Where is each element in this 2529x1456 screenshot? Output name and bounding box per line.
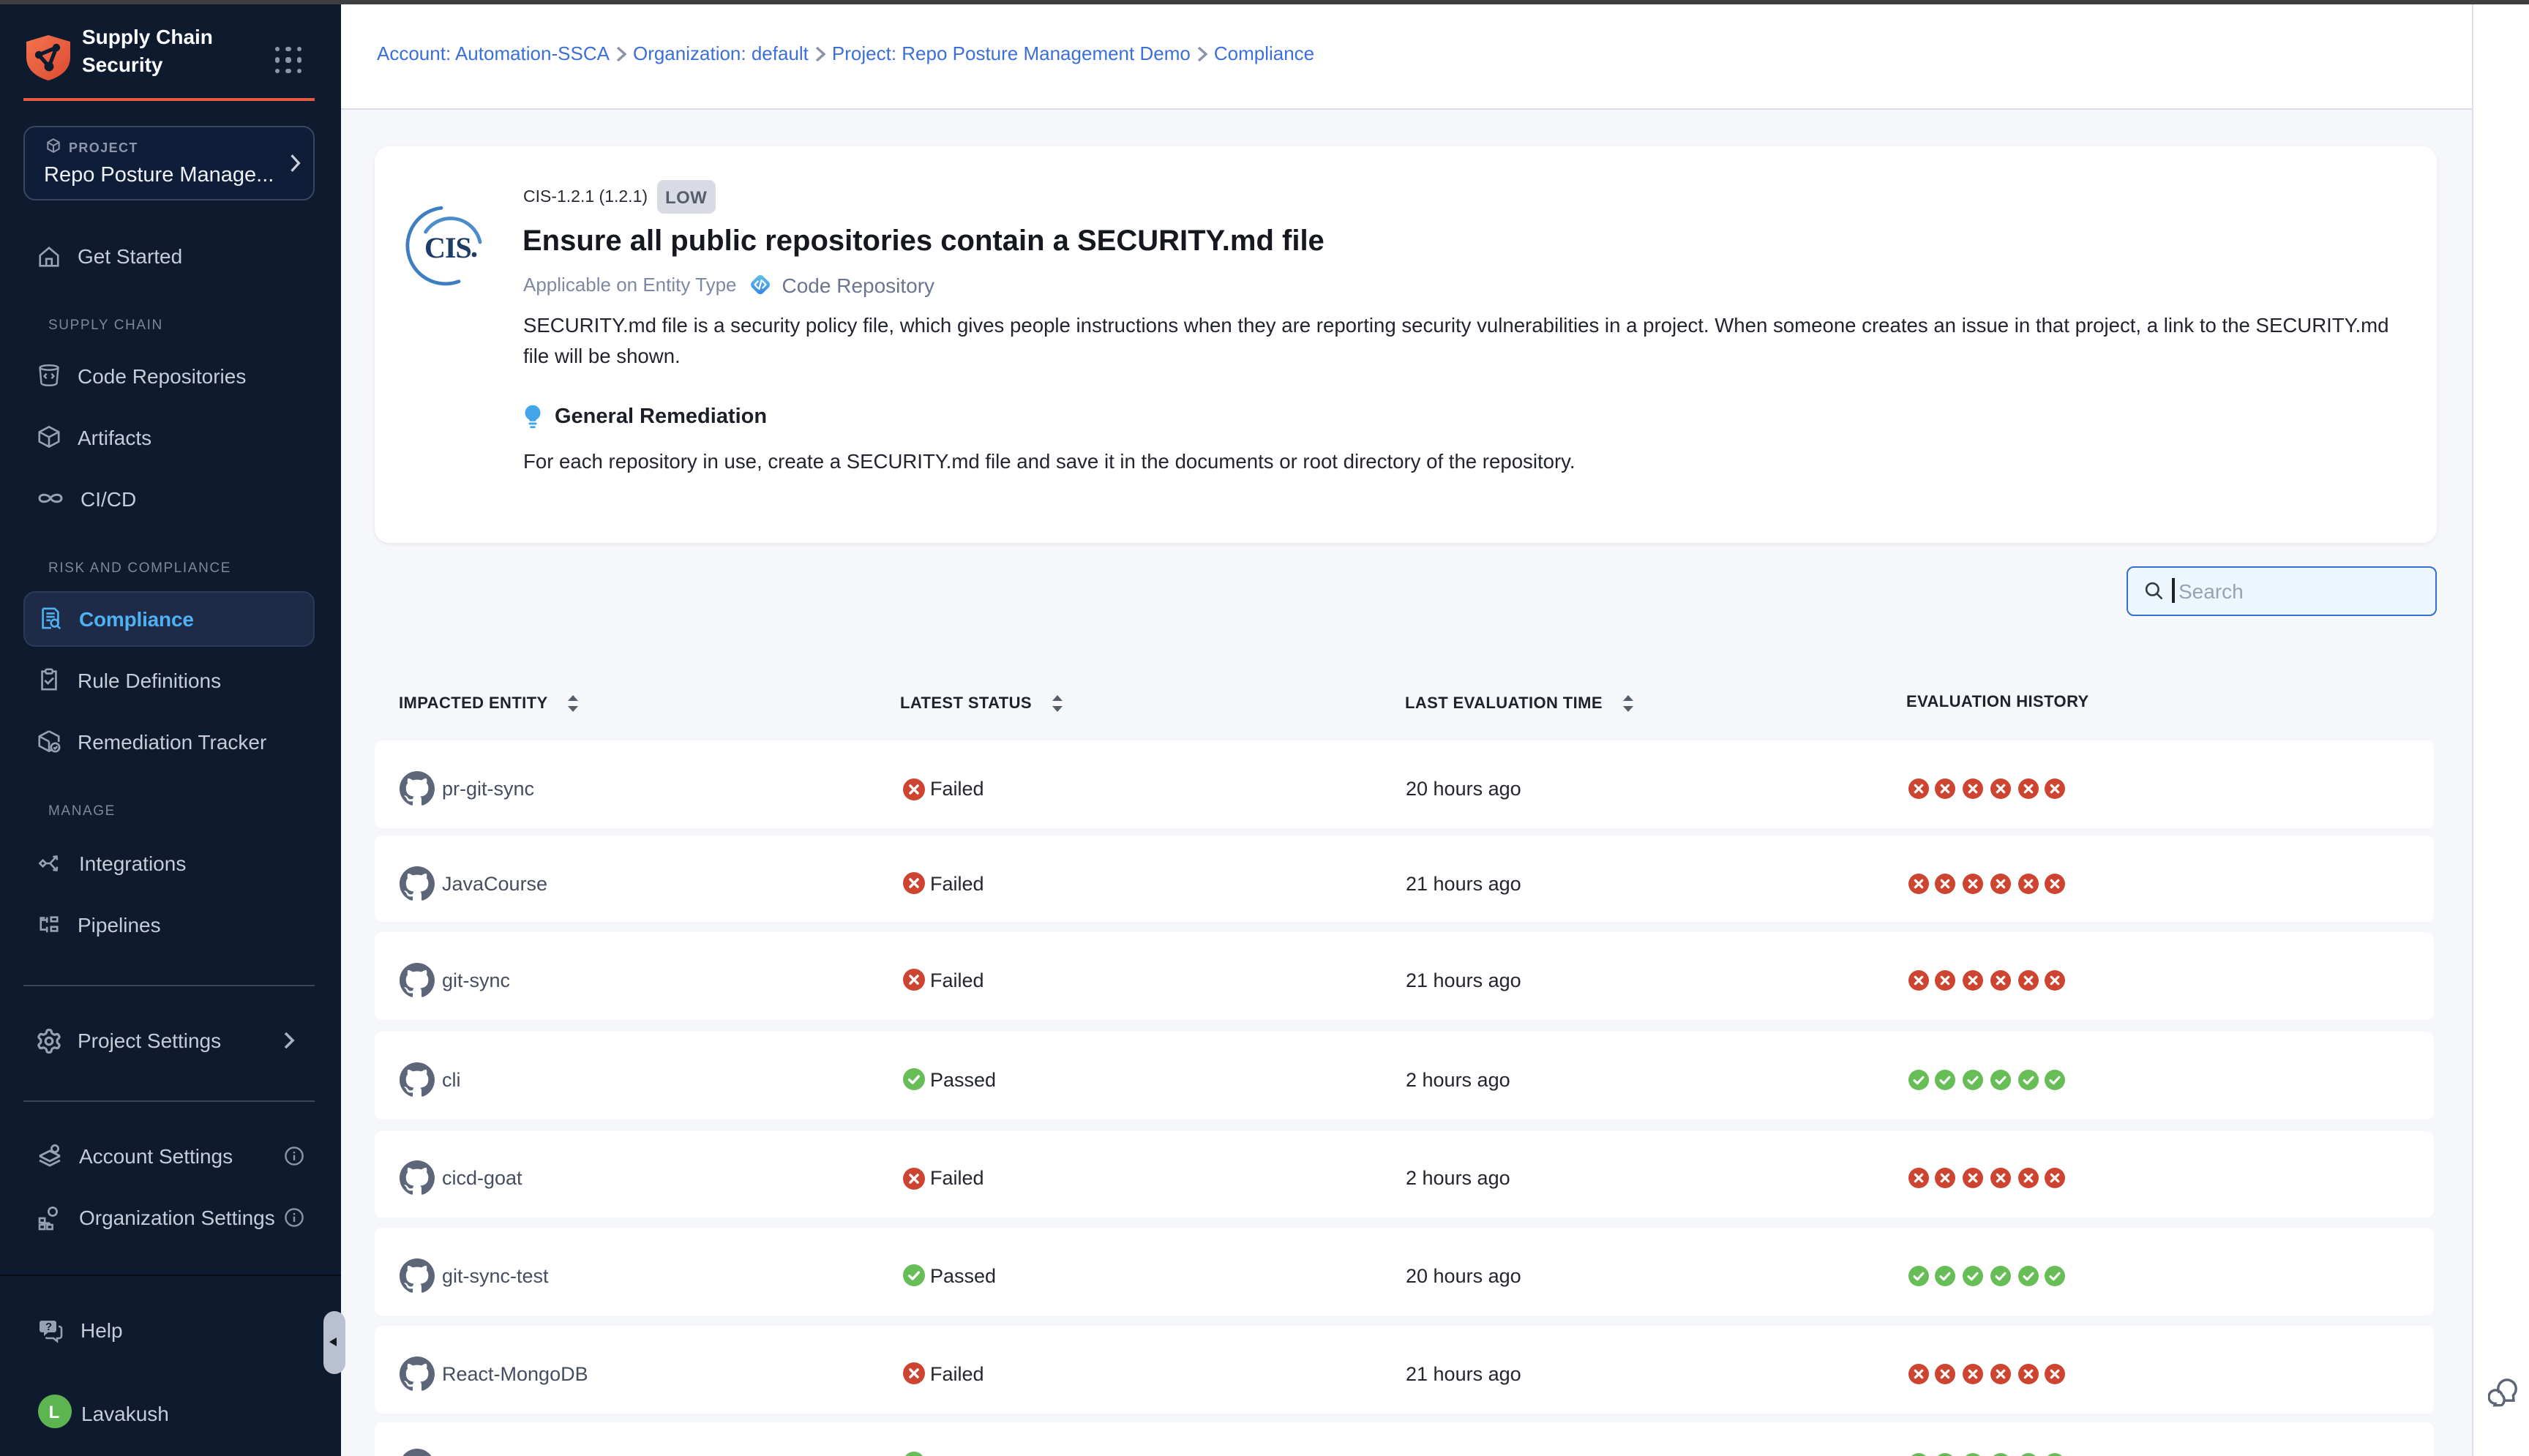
svg-text:?: ? [45,1321,52,1333]
svg-text:CIS: CIS [424,230,471,263]
